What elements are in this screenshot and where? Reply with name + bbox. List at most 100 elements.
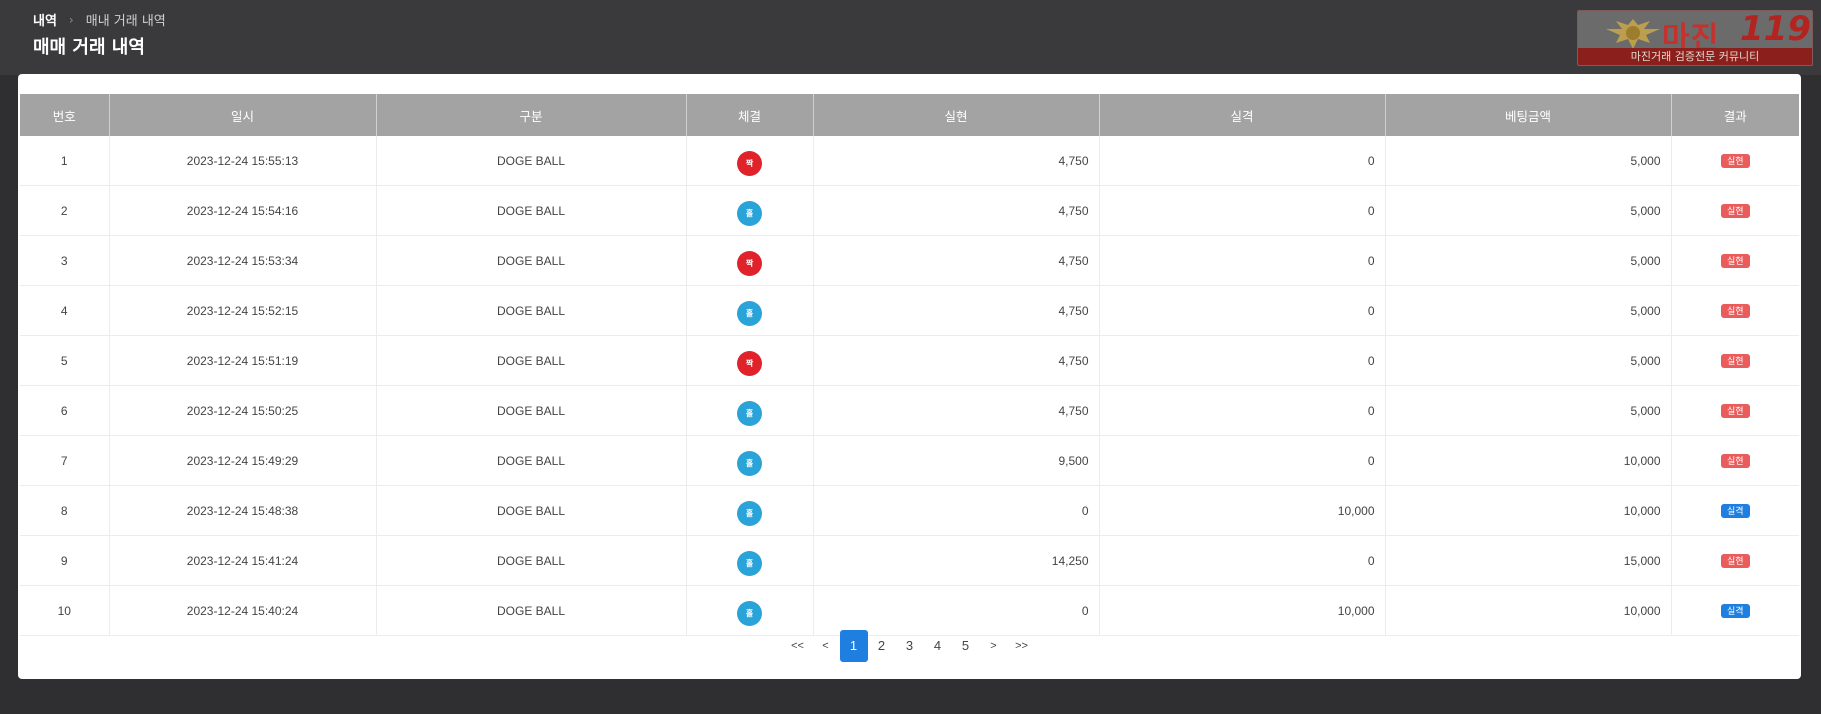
page-button-3[interactable]: 3: [896, 630, 924, 662]
table-row: 8 2023-12-24 15:48:38 DOGE BALL 홀 0 10,000 10,…: [20, 485, 1799, 536]
page-button-2[interactable]: 2: [868, 630, 896, 662]
cell-result: 실현: [1671, 136, 1799, 186]
cell-time: 2023-12-24 15:48:38: [109, 485, 377, 536]
cell-bet: 5,000: [1385, 335, 1672, 386]
col-header: 실현: [813, 94, 1100, 136]
cell-time: 2023-12-24 15:53:34: [109, 235, 377, 286]
cell-loss: 0: [1099, 235, 1386, 286]
cell-type: DOGE BALL: [376, 585, 687, 636]
table-row: 6 2023-12-24 15:50:25 DOGE BALL 홀 4,750 0 5,00…: [20, 385, 1799, 436]
history-card: 번호 일시 구분 체결 실현 실격 베팅금액 결과 1 2023-12-24 15…: [18, 74, 1801, 679]
cell-loss: 0: [1099, 535, 1386, 586]
cell-time: 2023-12-24 15:41:24: [109, 535, 377, 586]
cell-result: 실격: [1671, 585, 1799, 636]
fill-badge: 짝: [737, 251, 762, 276]
cell-no: 6: [20, 385, 110, 436]
first-page-button[interactable]: <<: [784, 630, 812, 662]
cell-type: DOGE BALL: [376, 335, 687, 386]
cell-type: DOGE BALL: [376, 285, 687, 336]
fill-badge: 홀: [737, 601, 762, 626]
table-row: 5 2023-12-24 15:51:19 DOGE BALL 짝 4,750 0 5,00…: [20, 335, 1799, 386]
result-badge: 실현: [1720, 454, 1750, 468]
cell-profit: 0: [813, 485, 1100, 536]
cell-result: 실현: [1671, 185, 1799, 236]
cell-no: 4: [20, 285, 110, 336]
cell-profit: 14,250: [813, 535, 1100, 586]
page-button-5[interactable]: 5: [952, 630, 980, 662]
cell-bet: 5,000: [1385, 136, 1672, 186]
table-row: 7 2023-12-24 15:49:29 DOGE BALL 홀 9,500 0 10,0…: [20, 435, 1799, 486]
table-row: 10 2023-12-24 15:40:24 DOGE BALL 홀 0 10,000 10…: [20, 585, 1799, 636]
fill-badge: 홀: [737, 401, 762, 426]
cell-time: 2023-12-24 15:51:19: [109, 335, 377, 386]
result-badge: 실현: [1720, 404, 1750, 418]
page-button-4[interactable]: 4: [924, 630, 952, 662]
logo-slogan: 마진거래 검증전문 커뮤니티: [1578, 48, 1812, 65]
cell-profit: 9,500: [813, 435, 1100, 486]
table-row: 3 2023-12-24 15:53:34 DOGE BALL 짝 4,750 0 5,00…: [20, 235, 1799, 286]
cell-result: 실현: [1671, 335, 1799, 386]
table-row: 4 2023-12-24 15:52:15 DOGE BALL 홀 4,750 0 5,00…: [20, 285, 1799, 336]
cell-bet: 10,000: [1385, 485, 1672, 536]
cell-loss: 10,000: [1099, 585, 1386, 636]
cell-time: 2023-12-24 15:52:15: [109, 285, 377, 336]
cell-result: 실현: [1671, 285, 1799, 336]
prev-page-button[interactable]: <: [812, 630, 840, 662]
cell-result: 실격: [1671, 485, 1799, 536]
cell-loss: 0: [1099, 136, 1386, 186]
cell-bet: 10,000: [1385, 585, 1672, 636]
top-bar: 내역 › 매내 거래 내역 매매 거래 내역 마진 119 마진거래 검증전문 …: [0, 0, 1821, 75]
cell-loss: 0: [1099, 335, 1386, 386]
logo[interactable]: 마진 119 마진거래 검증전문 커뮤니티: [1577, 10, 1813, 66]
cell-fill: 홀: [686, 285, 814, 336]
cell-time: 2023-12-24 15:40:24: [109, 585, 377, 636]
cell-fill: 홀: [686, 435, 814, 486]
cell-time: 2023-12-24 15:49:29: [109, 435, 377, 486]
fill-badge: 홀: [737, 501, 762, 526]
page-button-1[interactable]: 1: [839, 630, 868, 662]
cell-type: DOGE BALL: [376, 385, 687, 436]
cell-profit: 4,750: [813, 136, 1100, 186]
cell-no: 1: [20, 136, 110, 186]
logo-number: 119: [1740, 10, 1811, 49]
page-title: 매매 거래 내역: [33, 37, 145, 58]
cell-profit: 4,750: [813, 185, 1100, 236]
cell-type: DOGE BALL: [376, 235, 687, 286]
next-page-button[interactable]: >: [980, 630, 1008, 662]
cell-profit: 4,750: [813, 235, 1100, 286]
cell-profit: 4,750: [813, 385, 1100, 436]
breadcrumb-current: 매내 거래 내역: [85, 14, 166, 29]
cell-bet: 5,000: [1385, 185, 1672, 236]
cell-fill: 짝: [686, 335, 814, 386]
cell-fill: 홀: [686, 185, 814, 236]
cell-loss: 0: [1099, 385, 1386, 436]
cell-profit: 4,750: [813, 335, 1100, 386]
cell-no: 5: [20, 335, 110, 386]
cell-profit: 4,750: [813, 285, 1100, 336]
cell-profit: 0: [813, 585, 1100, 636]
last-page-button[interactable]: >>: [1008, 630, 1036, 662]
cell-no: 3: [20, 235, 110, 286]
breadcrumb-home[interactable]: 내역: [33, 10, 57, 29]
cell-bet: 15,000: [1385, 535, 1672, 586]
table-row: 1 2023-12-24 15:55:13 DOGE BALL 짝 4,750 0 5,00…: [20, 136, 1799, 186]
result-badge: 실현: [1720, 304, 1750, 318]
col-header: 구분: [376, 94, 687, 136]
cell-type: DOGE BALL: [376, 435, 687, 486]
cell-fill: 짝: [686, 136, 814, 186]
cell-no: 8: [20, 485, 110, 536]
cell-loss: 0: [1099, 285, 1386, 336]
result-badge: 실현: [1720, 554, 1750, 568]
table-row: 2 2023-12-24 15:54:16 DOGE BALL 홀 4,750 0 5,00…: [20, 185, 1799, 236]
fill-badge: 짝: [737, 151, 762, 176]
chevron-right-icon: ›: [68, 12, 74, 27]
cell-bet: 10,000: [1385, 435, 1672, 486]
fill-badge: 홀: [737, 301, 762, 326]
col-header: 결과: [1671, 94, 1799, 136]
cell-type: DOGE BALL: [376, 535, 687, 586]
result-badge: 실격: [1720, 504, 1750, 518]
fill-badge: 짝: [737, 351, 762, 376]
cell-type: DOGE BALL: [376, 136, 687, 186]
cell-result: 실현: [1671, 535, 1799, 586]
cell-no: 10: [20, 585, 110, 636]
